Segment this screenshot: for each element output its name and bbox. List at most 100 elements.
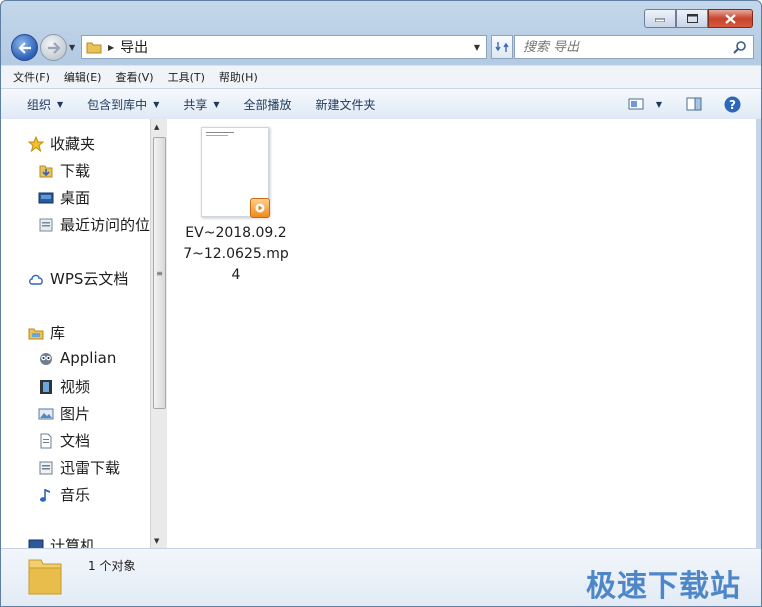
- nav-xunlei-label: 迅雷下载: [60, 459, 121, 477]
- item-count: 1 个对象: [88, 559, 136, 573]
- chevron-down-icon: ▼: [655, 99, 662, 109]
- cloud-icon: [28, 271, 44, 287]
- file-name[interactable]: EV~2018.09.27~12.0625.mp4: [181, 223, 291, 286]
- nav-favorites-label: 收藏夹: [50, 135, 96, 153]
- nav-music[interactable]: 音乐: [38, 484, 90, 505]
- search-input[interactable]: [521, 38, 725, 56]
- chevron-down-icon: ▼: [153, 99, 160, 109]
- breadcrumb-current[interactable]: 导出: [120, 37, 148, 57]
- nav-videos-label: 视频: [60, 378, 91, 396]
- navigation-scrollbar[interactable]: ▲ ≡ ▼: [150, 119, 167, 549]
- menu-bar: 文件(F) 编辑(E) 查看(V) 工具(T) 帮助(H): [1, 65, 761, 88]
- film-icon: [38, 379, 54, 395]
- help-button[interactable]: ?: [724, 96, 741, 113]
- preview-pane-button[interactable]: [686, 97, 702, 111]
- downloads-folder-icon: [38, 163, 54, 179]
- nav-documents[interactable]: 文档: [38, 430, 90, 451]
- video-file-thumbnail: [201, 127, 270, 218]
- share-label: 共享: [183, 97, 208, 112]
- organize-label: 组织: [27, 97, 52, 112]
- view-options-button[interactable]: ▼: [628, 98, 662, 110]
- nav-music-label: 音乐: [60, 486, 91, 504]
- share-button[interactable]: 共享 ▼: [183, 96, 219, 113]
- organize-button[interactable]: 组织 ▼: [27, 96, 63, 113]
- navigation-pane: 收藏夹 下载 桌面 最近访问的位 WPS云文档 库 Applian 视频 图片 …: [1, 119, 150, 549]
- chevron-down-icon: ▼: [57, 99, 64, 109]
- arrow-right-icon: [47, 41, 61, 54]
- close-button[interactable]: [708, 9, 753, 28]
- address-row: ▼ ▶ 导出 ▼: [9, 33, 754, 61]
- breadcrumb-arrow-icon[interactable]: ▶: [108, 43, 114, 52]
- forward-button[interactable]: [40, 34, 67, 61]
- include-in-library-label: 包含到库中: [87, 97, 148, 112]
- chevron-down-icon: ▼: [213, 99, 220, 109]
- svg-text:?: ?: [729, 98, 736, 112]
- picture-icon: [38, 406, 54, 422]
- nav-downloads-label: 下载: [60, 162, 91, 180]
- minimize-button[interactable]: [644, 9, 676, 28]
- refresh-button[interactable]: [491, 35, 513, 59]
- watermark-logo: 极速下载站: [586, 569, 741, 604]
- back-button[interactable]: [11, 34, 38, 61]
- address-dropdown-icon[interactable]: ▼: [474, 43, 480, 52]
- menu-edit[interactable]: 编辑(E): [64, 69, 102, 85]
- address-bar[interactable]: ▶ 导出 ▼: [81, 35, 487, 59]
- preview-pane-icon: [686, 97, 702, 111]
- play-all-button[interactable]: 全部播放: [244, 96, 292, 113]
- scroll-down-icon[interactable]: ▼: [154, 537, 159, 545]
- content-area: 收藏夹 下载 桌面 最近访问的位 WPS云文档 库 Applian 视频 图片 …: [1, 119, 761, 549]
- nav-xunlei[interactable]: 迅雷下载: [38, 457, 120, 478]
- nav-desktop[interactable]: 桌面: [38, 187, 90, 208]
- desktop-icon: [38, 190, 54, 206]
- search-icon[interactable]: [733, 40, 747, 54]
- nav-pictures[interactable]: 图片: [38, 403, 90, 424]
- help-icon: ?: [724, 96, 741, 112]
- nav-computer-label: 计算机: [50, 537, 96, 549]
- recent-places-icon: [38, 217, 54, 233]
- nav-downloads[interactable]: 下载: [38, 160, 90, 181]
- document-icon: [38, 433, 54, 449]
- scroll-up-icon[interactable]: ▲: [154, 123, 159, 131]
- play-icon: [250, 198, 270, 218]
- nav-computer[interactable]: 计算机: [28, 535, 95, 549]
- nav-desktop-label: 桌面: [60, 189, 91, 207]
- close-icon: [725, 13, 736, 24]
- file-item[interactable]: EV~2018.09.27~12.0625.mp4: [181, 127, 291, 286]
- nav-recent[interactable]: 最近访问的位: [38, 214, 150, 235]
- menu-view[interactable]: 查看(V): [115, 69, 153, 85]
- nav-recent-label: 最近访问的位: [60, 216, 150, 234]
- refresh-icon: [495, 42, 509, 52]
- menu-tools[interactable]: 工具(T): [168, 69, 205, 85]
- nav-libraries[interactable]: 库: [28, 322, 65, 343]
- nav-videos[interactable]: 视频: [38, 376, 90, 397]
- grip-icon: ≡: [156, 268, 163, 278]
- nav-pictures-label: 图片: [60, 405, 91, 423]
- nav-wps-cloud-label: WPS云文档: [50, 270, 129, 288]
- download-document-icon: [38, 460, 54, 476]
- search-box[interactable]: [514, 35, 754, 59]
- menu-help[interactable]: 帮助(H): [219, 69, 258, 85]
- nav-favorites[interactable]: 收藏夹: [28, 133, 95, 154]
- include-in-library-button[interactable]: 包含到库中 ▼: [87, 96, 159, 113]
- star-icon: [28, 135, 44, 152]
- minimize-icon: [655, 18, 665, 22]
- nav-applian[interactable]: Applian: [38, 349, 116, 367]
- nav-wps-cloud[interactable]: WPS云文档: [28, 268, 128, 289]
- file-list: EV~2018.09.27~12.0625.mp4: [167, 119, 756, 549]
- music-note-icon: [38, 487, 54, 503]
- details-pane: 1 个对象 极速下载站: [1, 548, 761, 606]
- recent-pages-dropdown[interactable]: ▼: [69, 43, 75, 52]
- folder-icon: [86, 42, 102, 54]
- window-right-border: [756, 119, 761, 549]
- nav-applian-label: Applian: [60, 349, 117, 367]
- caption-buttons: [644, 9, 753, 28]
- maximize-button[interactable]: [676, 9, 708, 28]
- menu-file[interactable]: 文件(F): [13, 69, 50, 85]
- new-folder-button[interactable]: 新建文件夹: [316, 96, 376, 113]
- scrollbar-thumb[interactable]: ≡: [153, 137, 166, 409]
- nav-libraries-label: 库: [50, 324, 66, 342]
- nav-documents-label: 文档: [60, 432, 91, 450]
- arrow-left-icon: [17, 41, 31, 54]
- command-bar: 组织 ▼ 包含到库中 ▼ 共享 ▼ 全部播放 新建文件夹 ▼ ?: [1, 88, 761, 120]
- owl-icon: [38, 350, 54, 366]
